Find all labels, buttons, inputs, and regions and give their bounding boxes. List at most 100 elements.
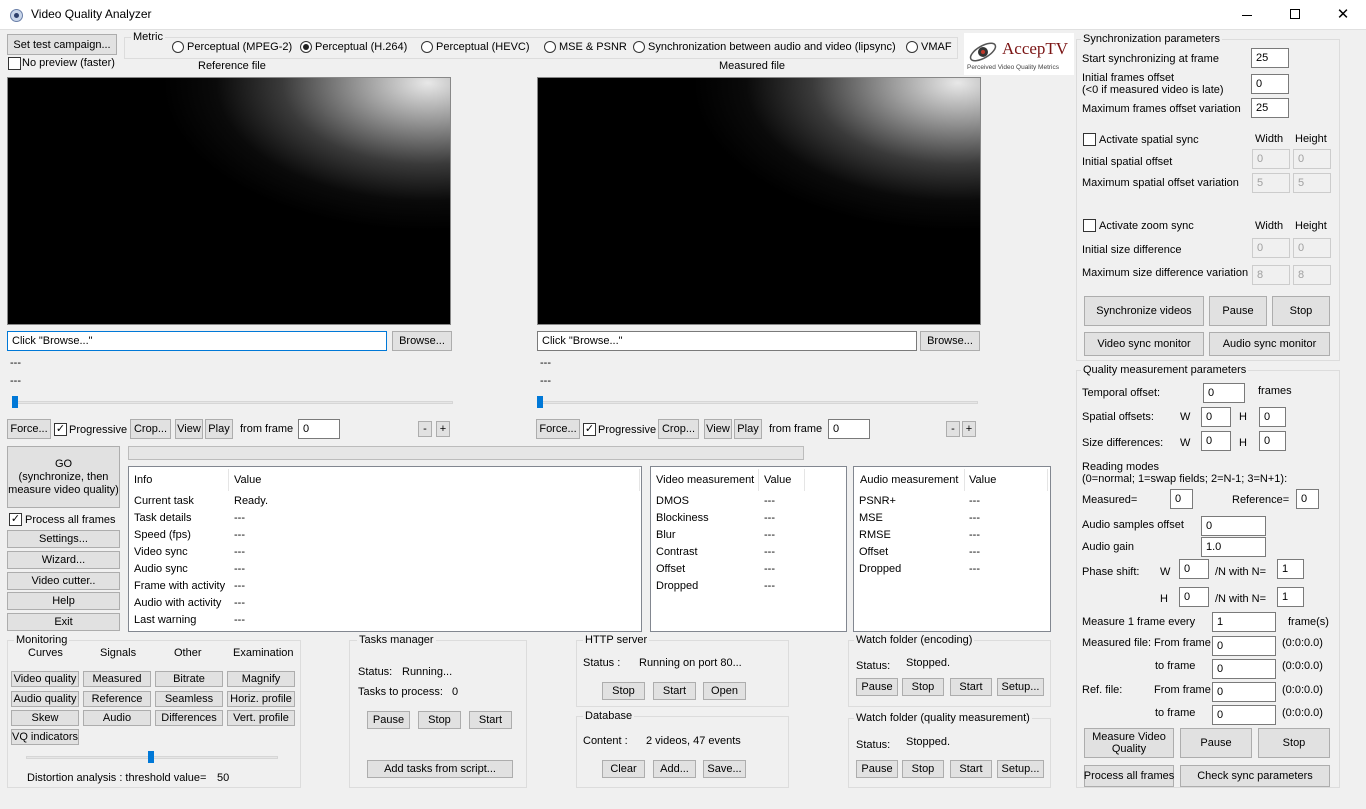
measure-video-quality-button[interactable]: Measure Video Quality — [1084, 728, 1174, 758]
measured-slider-thumb[interactable] — [537, 396, 543, 408]
phase-shift-w-input[interactable]: 0 — [1179, 559, 1209, 579]
spatial-offset-w-input[interactable]: 0 — [1201, 407, 1231, 427]
ref-range-from-input[interactable]: 0 — [1212, 682, 1276, 702]
measured-browse-button[interactable]: Browse... — [920, 331, 980, 351]
vq-indicators-button[interactable]: VQ indicators — [11, 729, 79, 745]
reference-position-slider[interactable] — [12, 401, 453, 404]
reading-measured-input[interactable]: 0 — [1170, 489, 1193, 509]
video-quality-monitor-button[interactable]: Video quality — [11, 671, 79, 687]
no-preview-checkbox[interactable] — [8, 57, 21, 70]
database-save-button[interactable]: Save... — [703, 760, 746, 778]
measure-every-input[interactable]: 1 — [1212, 612, 1276, 632]
measured-plus-button[interactable]: + — [962, 421, 976, 437]
init-spatial-width-input[interactable]: 0 — [1252, 149, 1290, 169]
init-size-width-input[interactable]: 0 — [1252, 238, 1290, 258]
sync-init-offset-input[interactable]: 0 — [1251, 74, 1289, 94]
metric-h264-radio[interactable] — [300, 41, 312, 53]
measured-progressive-checkbox[interactable]: ✓ — [583, 423, 596, 436]
quality-pause-button[interactable]: Pause — [1180, 728, 1252, 758]
sync-pause-button[interactable]: Pause — [1209, 296, 1267, 326]
synchronize-videos-button[interactable]: Synchronize videos — [1084, 296, 1204, 326]
process-all-frames-checkbox[interactable]: ✓ — [9, 513, 22, 526]
ref-range-to-input[interactable]: 0 — [1212, 705, 1276, 725]
size-difference-w-input[interactable]: 0 — [1201, 431, 1231, 451]
close-icon[interactable]: ✕ — [1328, 6, 1358, 24]
reference-monitor-button[interactable]: Reference — [83, 691, 151, 707]
watch-quality-start-button[interactable]: Start — [950, 760, 992, 778]
init-spatial-height-input[interactable]: 0 — [1293, 149, 1331, 169]
measured-range-from-input[interactable]: 0 — [1212, 636, 1276, 656]
exit-button[interactable]: Exit — [7, 613, 120, 631]
add-tasks-from-script-button[interactable]: Add tasks from script... — [367, 760, 513, 778]
measured-play-button[interactable]: Play — [734, 419, 762, 439]
spatial-offset-h-input[interactable]: 0 — [1259, 407, 1286, 427]
measured-view-button[interactable]: View — [704, 419, 732, 439]
metric-mpeg2-radio[interactable] — [172, 41, 184, 53]
tasks-start-button[interactable]: Start — [469, 711, 512, 729]
sync-start-input[interactable]: 25 — [1251, 48, 1289, 68]
magnify-monitor-button[interactable]: Magnify — [227, 671, 295, 687]
watch-encoding-setup-button[interactable]: Setup... — [997, 678, 1044, 696]
reference-browse-button[interactable]: Browse... — [392, 331, 452, 351]
size-difference-h-input[interactable]: 0 — [1259, 431, 1286, 451]
audio-sync-monitor-button[interactable]: Audio sync monitor — [1209, 332, 1330, 356]
quality-stop-button[interactable]: Stop — [1258, 728, 1330, 758]
metric-lipsync-radio[interactable] — [633, 41, 645, 53]
threshold-slider-thumb[interactable] — [148, 751, 154, 763]
http-stop-button[interactable]: Stop — [602, 682, 645, 700]
set-test-campaign-button[interactable]: Set test campaign... — [7, 34, 117, 55]
watch-encoding-start-button[interactable]: Start — [950, 678, 992, 696]
activate-spatial-sync-checkbox[interactable] — [1083, 133, 1096, 146]
database-clear-button[interactable]: Clear — [602, 760, 645, 778]
bitrate-monitor-button[interactable]: Bitrate — [155, 671, 223, 687]
phase-shift-h-n-input[interactable]: 1 — [1277, 587, 1304, 607]
reference-play-button[interactable]: Play — [205, 419, 233, 439]
phase-shift-w-n-input[interactable]: 1 — [1277, 559, 1304, 579]
temporal-offset-input[interactable]: 0 — [1203, 383, 1245, 403]
metric-hevc-radio[interactable] — [421, 41, 433, 53]
reference-path-field[interactable]: Click "Browse..." — [7, 331, 387, 351]
video-sync-monitor-button[interactable]: Video sync monitor — [1084, 332, 1204, 356]
database-add-button[interactable]: Add... — [653, 760, 696, 778]
go-button[interactable]: GO (synchronize, then measure video qual… — [7, 446, 120, 508]
settings-button[interactable]: Settings... — [7, 530, 120, 548]
metric-mse-psnr-radio[interactable] — [544, 41, 556, 53]
measured-force-button[interactable]: Force... — [536, 419, 580, 439]
watch-encoding-stop-button[interactable]: Stop — [902, 678, 944, 696]
differences-monitor-button[interactable]: Differences — [155, 710, 223, 726]
max-spatial-width-input[interactable]: 5 — [1252, 173, 1290, 193]
check-sync-parameters-button[interactable]: Check sync parameters — [1180, 765, 1330, 787]
sync-max-var-input[interactable]: 25 — [1251, 98, 1289, 118]
reference-progressive-checkbox[interactable]: ✓ — [54, 423, 67, 436]
http-open-button[interactable]: Open — [703, 682, 746, 700]
horiz-profile-monitor-button[interactable]: Horiz. profile — [227, 691, 295, 707]
max-spatial-height-input[interactable]: 5 — [1293, 173, 1331, 193]
process-all-frames-button[interactable]: Process all frames — [1084, 765, 1174, 787]
reference-slider-thumb[interactable] — [12, 396, 18, 408]
reference-minus-button[interactable]: - — [418, 421, 432, 437]
measured-range-to-input[interactable]: 0 — [1212, 659, 1276, 679]
sync-stop-button[interactable]: Stop — [1272, 296, 1330, 326]
measured-position-slider[interactable] — [540, 401, 978, 404]
max-size-height-input[interactable]: 8 — [1293, 265, 1331, 285]
reference-crop-button[interactable]: Crop... — [130, 419, 171, 439]
measured-minus-button[interactable]: - — [946, 421, 960, 437]
max-size-width-input[interactable]: 8 — [1252, 265, 1290, 285]
measured-from-frame-input[interactable]: 0 — [828, 419, 870, 439]
help-button[interactable]: Help — [7, 592, 120, 610]
video-cutter-button[interactable]: Video cutter.. — [7, 572, 120, 590]
audio-gain-input[interactable]: 1.0 — [1201, 537, 1266, 557]
metric-vmaf-radio[interactable] — [906, 41, 918, 53]
reference-view-button[interactable]: View — [175, 419, 203, 439]
wizard-button[interactable]: Wizard... — [7, 551, 120, 569]
minimize-icon[interactable] — [1232, 8, 1262, 22]
audio-samples-offset-input[interactable]: 0 — [1201, 516, 1266, 536]
reference-plus-button[interactable]: + — [436, 421, 450, 437]
init-size-height-input[interactable]: 0 — [1293, 238, 1331, 258]
measured-monitor-button[interactable]: Measured — [83, 671, 151, 687]
maximize-icon[interactable] — [1280, 8, 1310, 22]
watch-quality-setup-button[interactable]: Setup... — [997, 760, 1044, 778]
activate-zoom-sync-checkbox[interactable] — [1083, 219, 1096, 232]
measured-path-field[interactable]: Click "Browse..." — [537, 331, 917, 351]
audio-monitor-button[interactable]: Audio — [83, 710, 151, 726]
